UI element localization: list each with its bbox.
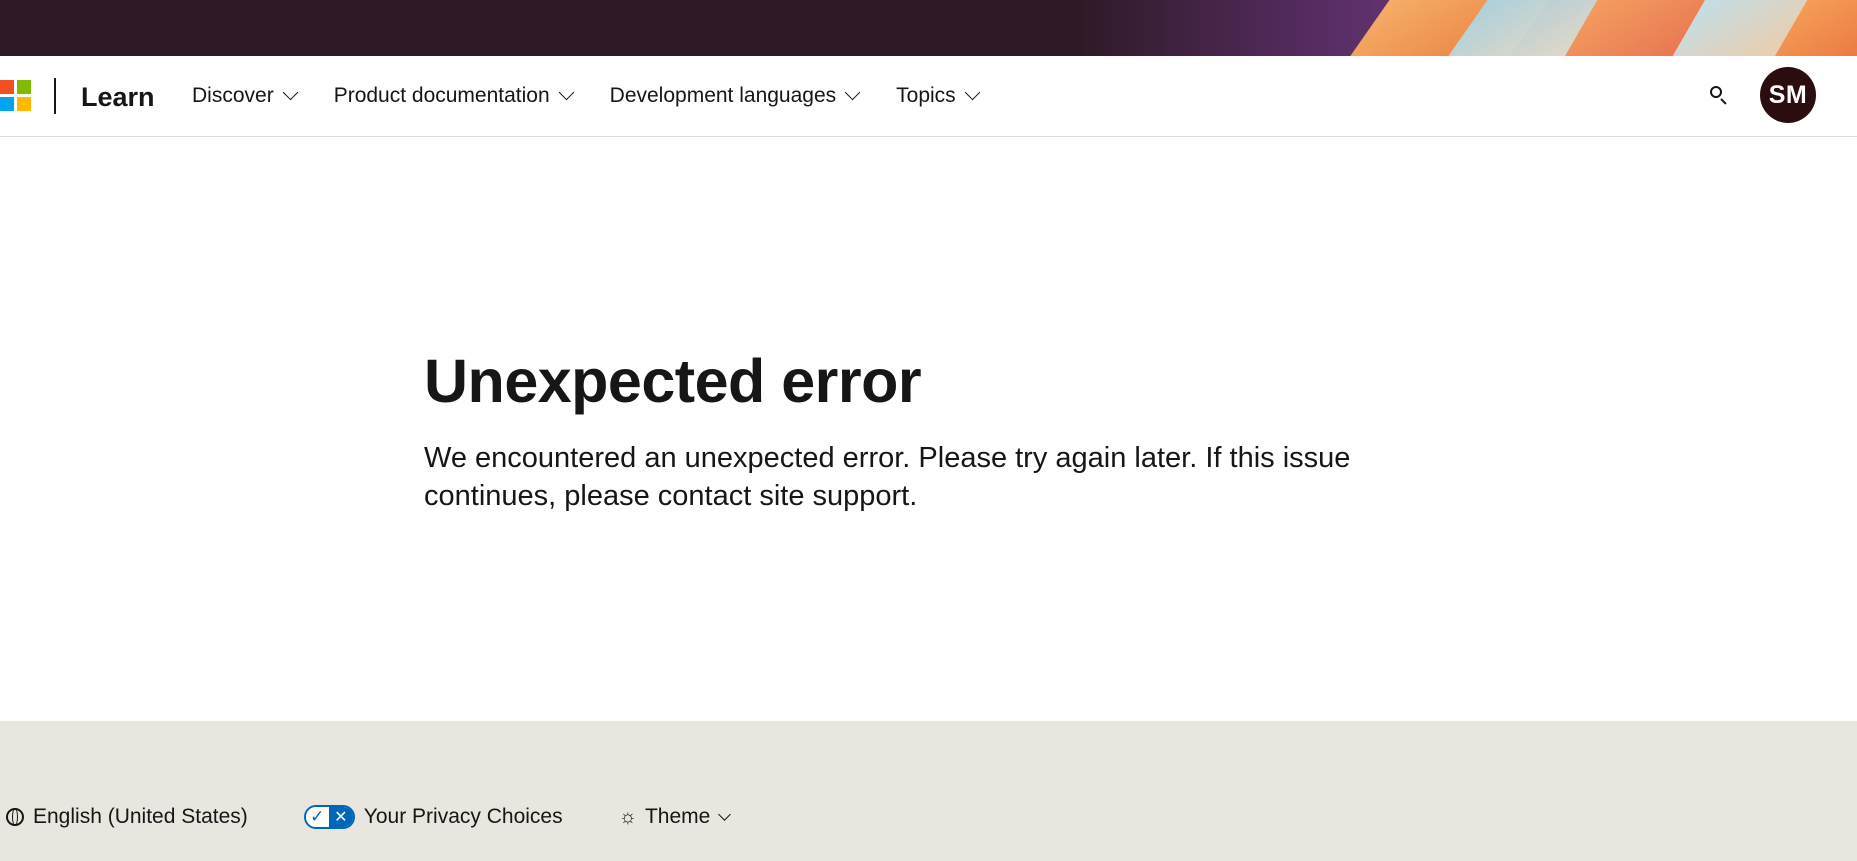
nav-discover[interactable]: Discover xyxy=(192,84,298,108)
nav-product-documentation[interactable]: Product documentation xyxy=(333,84,574,108)
nav-development-languages[interactable]: Development languages xyxy=(609,84,861,108)
privacy-toggle-icon: ✓ ✕ xyxy=(303,805,355,829)
hero-banner xyxy=(0,0,1857,56)
search-icon[interactable] xyxy=(1708,84,1730,106)
microsoft-logo-icon[interactable] xyxy=(0,78,31,116)
error-message: We encountered an unexpected error. Plea… xyxy=(424,442,1351,512)
sun-icon: ☼ xyxy=(618,805,637,828)
language-selector[interactable]: English (United States) xyxy=(6,805,248,829)
error-content: Unexpected error We encountered an unexp… xyxy=(424,345,1424,515)
site-header: Learn Discover Product documentation Dev… xyxy=(0,56,1857,137)
globe-icon xyxy=(6,808,24,826)
chevron-down-icon xyxy=(844,84,861,101)
logo-divider xyxy=(54,78,56,114)
theme-selector[interactable]: ☼ Theme xyxy=(618,805,732,829)
brand-link[interactable]: Learn xyxy=(81,82,155,113)
page-title: Unexpected error xyxy=(424,347,922,415)
avatar[interactable]: SM xyxy=(1760,67,1816,123)
language-label: English (United States) xyxy=(33,805,248,828)
footer-controls: English (United States) ✓ ✕ Your Privacy … xyxy=(6,805,785,829)
nav-topics[interactable]: Topics xyxy=(896,84,980,108)
privacy-choices-link[interactable]: ✓ ✕ Your Privacy Choices xyxy=(303,805,563,829)
main-nav: Discover Product documentation Developme… xyxy=(192,84,1016,108)
nav-label: Product documentation xyxy=(333,84,550,107)
theme-label: Theme xyxy=(644,805,711,828)
privacy-label: Your Privacy Choices xyxy=(363,805,563,828)
nav-label: Development languages xyxy=(609,84,837,107)
chevron-down-icon xyxy=(718,807,732,821)
nav-label: Topics xyxy=(896,84,956,107)
chevron-down-icon xyxy=(964,84,980,101)
chevron-down-icon xyxy=(558,84,574,101)
chevron-down-icon xyxy=(282,84,298,101)
site-footer: English (United States) ✓ ✕ Your Privacy … xyxy=(0,721,1857,861)
nav-label: Discover xyxy=(192,84,274,107)
